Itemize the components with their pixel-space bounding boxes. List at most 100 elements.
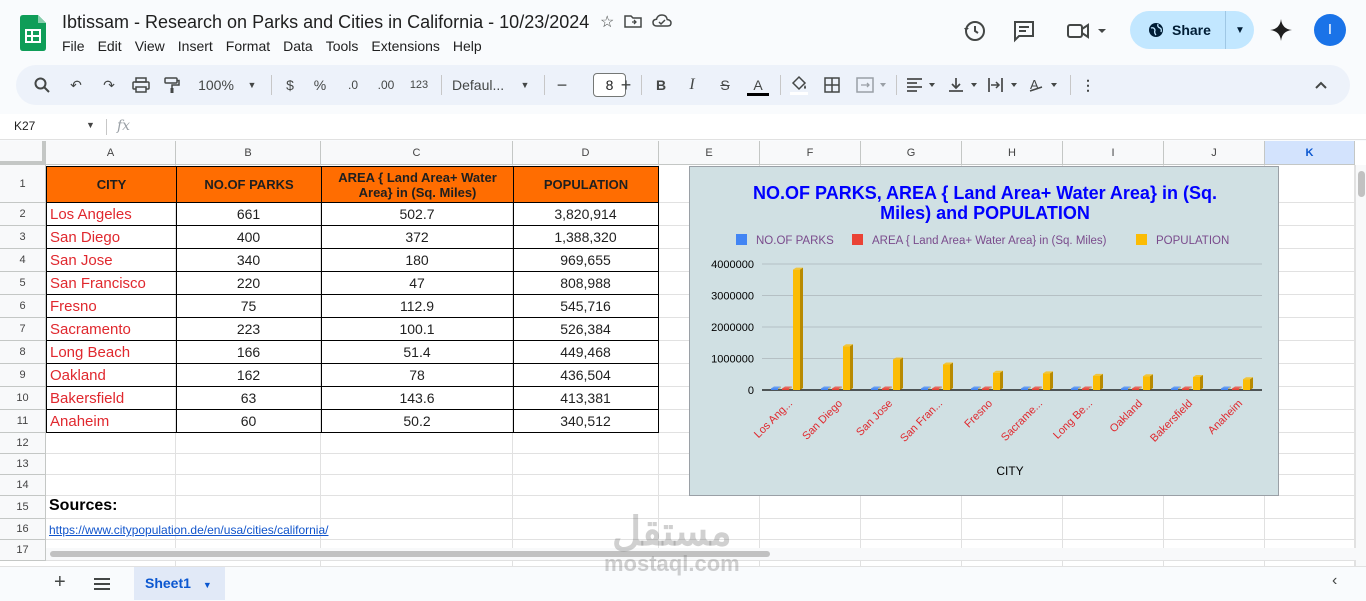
menu-format[interactable]: Format <box>226 38 278 54</box>
value-cell[interactable]: 436,504 <box>513 364 659 387</box>
row-header-2[interactable]: 2 <box>0 203 46 226</box>
zoom-select[interactable]: 100% <box>196 65 236 105</box>
sheet-explore-collapse-icon[interactable]: ‹ <box>1332 572 1337 590</box>
menu-edit[interactable]: Edit <box>98 38 130 54</box>
move-folder-icon[interactable] <box>624 12 643 30</box>
value-cell[interactable]: 100.1 <box>321 318 514 341</box>
row-header-15[interactable]: 15 <box>0 496 46 519</box>
city-cell[interactable]: Long Beach <box>46 341 177 364</box>
value-cell[interactable]: 63 <box>176 387 322 410</box>
menu-view[interactable]: View <box>135 38 173 54</box>
number-format-button[interactable]: 123 <box>408 65 430 105</box>
gemini-icon[interactable] <box>1270 19 1292 41</box>
menu-extensions[interactable]: Extensions <box>371 38 447 54</box>
header-parks[interactable]: NO.OF PARKS <box>176 166 322 203</box>
city-cell[interactable]: San Jose <box>46 249 177 272</box>
row-header-8[interactable]: 8 <box>0 341 46 364</box>
text-rotation-icon[interactable]: A <box>1028 77 1062 93</box>
menu-tools[interactable]: Tools <box>326 38 367 54</box>
column-header-c[interactable]: C <box>321 141 513 165</box>
value-cell[interactable]: 143.6 <box>321 387 514 410</box>
value-cell[interactable]: 969,655 <box>513 249 659 272</box>
value-cell[interactable]: 60 <box>176 410 322 433</box>
add-sheet-icon[interactable]: + <box>54 571 66 594</box>
row-header-14[interactable]: 14 <box>0 475 46 496</box>
paint-format-icon[interactable] <box>164 77 180 94</box>
collapse-toolbar-icon[interactable] <box>1314 79 1328 91</box>
column-header-h[interactable]: H <box>962 141 1063 165</box>
vertical-scroll-thumb[interactable] <box>1358 171 1365 197</box>
increase-decimal-button[interactable]: .00 <box>374 65 398 105</box>
value-cell[interactable]: 78 <box>321 364 514 387</box>
row-header-17[interactable]: 17 <box>0 540 46 561</box>
value-cell[interactable]: 162 <box>176 364 322 387</box>
value-cell[interactable]: 51.4 <box>321 341 514 364</box>
value-cell[interactable]: 372 <box>321 226 514 249</box>
value-cell[interactable]: 526,384 <box>513 318 659 341</box>
share-button[interactable]: Share ▼ <box>1130 11 1254 49</box>
header-population[interactable]: POPULATION <box>513 166 659 203</box>
text-color-icon[interactable]: A <box>747 65 769 105</box>
document-title[interactable]: Ibtissam - Research on Parks and Cities … <box>62 12 589 33</box>
value-cell[interactable]: 1,388,320 <box>513 226 659 249</box>
select-all-corner[interactable] <box>0 141 46 165</box>
value-cell[interactable]: 220 <box>176 272 322 295</box>
name-box[interactable]: K27 <box>14 119 35 133</box>
horizontal-align-icon[interactable] <box>906 77 940 93</box>
row-header-4[interactable]: 4 <box>0 249 46 272</box>
menu-file[interactable]: File <box>62 38 93 54</box>
value-cell[interactable]: 112.9 <box>321 295 514 318</box>
value-cell[interactable]: 166 <box>176 341 322 364</box>
undo-icon[interactable]: ↶ <box>66 65 86 105</box>
row-header-9[interactable]: 9 <box>0 364 46 387</box>
all-sheets-icon[interactable] <box>94 578 110 590</box>
row-header-1[interactable]: 1 <box>0 165 46 203</box>
sheet-tab[interactable]: Sheet1 ▼ <box>134 567 225 600</box>
row-header-10[interactable]: 10 <box>0 387 46 410</box>
value-cell[interactable]: 340 <box>176 249 322 272</box>
header-area[interactable]: AREA { Land Area+ Water Area} in (Sq. Mi… <box>321 166 514 203</box>
version-history-icon[interactable] <box>963 19 987 43</box>
redo-icon[interactable]: ↷ <box>99 65 119 105</box>
sources-label[interactable]: Sources: <box>49 497 117 515</box>
cloud-status-icon[interactable] <box>652 12 673 30</box>
search-icon[interactable] <box>34 77 50 93</box>
menu-insert[interactable]: Insert <box>178 38 221 54</box>
row-header-5[interactable]: 5 <box>0 272 46 295</box>
column-header-g[interactable]: G <box>861 141 962 165</box>
font-dropdown-icon[interactable]: ▼ <box>518 65 532 105</box>
menu-help[interactable]: Help <box>453 38 490 54</box>
row-header-16[interactable]: 16 <box>0 519 46 540</box>
value-cell[interactable]: 3,820,914 <box>513 203 659 226</box>
menu-data[interactable]: Data <box>283 38 321 54</box>
spreadsheet-grid[interactable]: ABCDEFGHIJK 1 2 3 4 5 6 7 8 9 10 11 12 13 14 15 16 17 CI… <box>0 141 1366 567</box>
name-box-dropdown-icon[interactable]: ▼ <box>86 120 95 130</box>
italic-icon[interactable]: I <box>684 65 700 105</box>
city-cell[interactable]: Los Angeles <box>46 203 177 226</box>
decrease-font-size-icon[interactable]: − <box>555 65 569 105</box>
bold-icon[interactable]: B <box>653 65 669 105</box>
row-header-6[interactable]: 6 <box>0 295 46 318</box>
city-cell[interactable]: Oakland <box>46 364 177 387</box>
row-header-12[interactable]: 12 <box>0 433 46 454</box>
borders-icon[interactable] <box>824 77 840 93</box>
column-header-i[interactable]: I <box>1063 141 1164 165</box>
value-cell[interactable]: 340,512 <box>513 410 659 433</box>
city-cell[interactable]: Bakersfield <box>46 387 177 410</box>
city-cell[interactable]: Fresno <box>46 295 177 318</box>
value-cell[interactable]: 661 <box>176 203 322 226</box>
value-cell[interactable]: 413,381 <box>513 387 659 410</box>
header-city[interactable]: CITY <box>46 166 177 203</box>
avatar[interactable]: I <box>1314 14 1346 46</box>
column-header-e[interactable]: E <box>659 141 760 165</box>
city-cell[interactable]: Sacramento <box>46 318 177 341</box>
value-cell[interactable]: 75 <box>176 295 322 318</box>
value-cell[interactable]: 502.7 <box>321 203 514 226</box>
sheets-logo-icon[interactable] <box>20 15 46 51</box>
city-cell[interactable]: San Francisco <box>46 272 177 295</box>
strikethrough-icon[interactable]: S <box>716 65 734 105</box>
row-header-13[interactable]: 13 <box>0 454 46 475</box>
value-cell[interactable]: 449,468 <box>513 341 659 364</box>
fill-color-icon[interactable] <box>790 75 808 95</box>
city-cell[interactable]: San Diego <box>46 226 177 249</box>
